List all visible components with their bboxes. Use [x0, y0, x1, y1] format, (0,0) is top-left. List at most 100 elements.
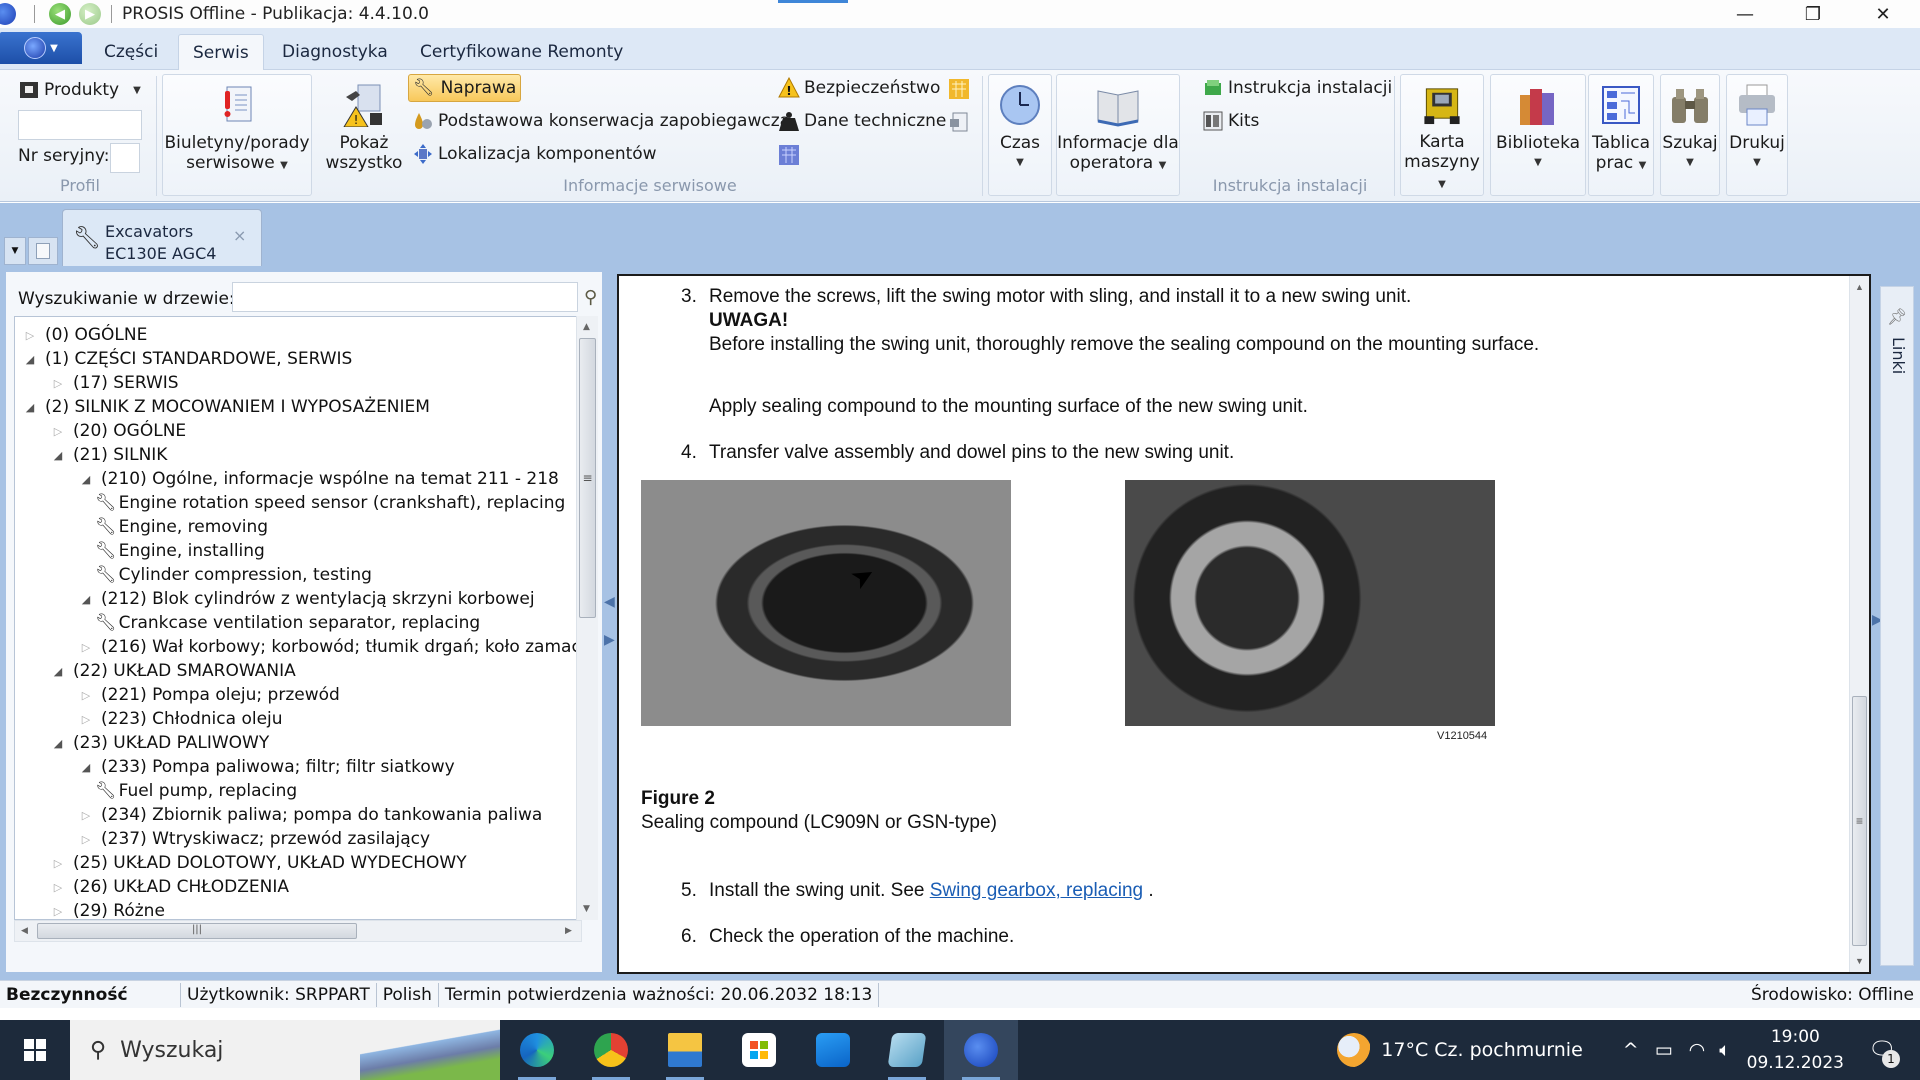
product-input[interactable] — [18, 110, 142, 140]
battery-icon[interactable]: ▭ — [1655, 1039, 1673, 1061]
scroll-up-icon[interactable]: ▲ — [583, 322, 590, 332]
close-button[interactable]: ✕ — [1848, 0, 1918, 28]
tree-item-folder[interactable]: ▷ (26) UKŁAD CHŁODZENIA — [51, 875, 289, 899]
taskbar-clock[interactable]: 19:00 09.12.2023 — [1747, 1024, 1844, 1076]
expanded-triangle-icon[interactable]: ◢ — [23, 353, 37, 366]
component-location-button[interactable]: Lokalizacja komponentów — [408, 140, 661, 168]
search-button[interactable]: Szukaj ▼ — [1660, 74, 1720, 196]
collapsed-triangle-icon[interactable]: ▷ — [51, 905, 65, 918]
tab-diagnostyka[interactable]: Diagnostyka — [268, 34, 402, 70]
forward-arrow-icon[interactable]: ▶ — [79, 3, 101, 25]
tree-item-procedure[interactable]: 🔧︎ Fuel pump, replacing — [95, 779, 297, 803]
links-side-panel[interactable]: 📌︎ Linki — [1880, 286, 1914, 966]
taskbar-prosis[interactable] — [944, 1020, 1018, 1080]
operator-info-button[interactable]: Informacje dla operatora ▼ — [1056, 74, 1180, 196]
chevron-up-icon[interactable]: ^ — [1623, 1039, 1639, 1061]
collapse-left-icon[interactable]: ◀ — [604, 594, 615, 610]
installation-instructions-button[interactable]: Instrukcja instalacji — [1198, 74, 1396, 102]
tree-item-folder[interactable]: ▷ (221) Pompa oleju; przewód — [79, 683, 340, 707]
tree-scroll-thumb[interactable]: ≡ — [579, 338, 596, 618]
tree-item-folder[interactable]: ▷ (0) OGÓLNE — [23, 323, 148, 347]
print-button[interactable]: Drukuj ▼ — [1726, 74, 1788, 196]
tab-czesci[interactable]: Części — [90, 34, 172, 70]
tree-item-folder[interactable]: ▷ (17) SERWIS — [51, 371, 179, 395]
collapsed-triangle-icon[interactable]: ▷ — [23, 329, 37, 342]
back-arrow-icon[interactable]: ◀ — [49, 3, 71, 25]
swing-gearbox-link[interactable]: Swing gearbox, replacing — [930, 880, 1143, 901]
tree-item-procedure[interactable]: 🔧︎ Engine, removing — [95, 515, 268, 539]
tree-item-folder[interactable]: ◢ (210) Ogólne, informacje wspólne na tem… — [79, 467, 559, 491]
tree-item-folder[interactable]: ◢ (1) CZĘŚCI STANDARDOWE, SERWIS — [23, 347, 353, 371]
tree-item-folder[interactable]: ◢ (233) Pompa paliwowa; filtr; filtr siat… — [79, 755, 455, 779]
collapsed-triangle-icon[interactable]: ▷ — [79, 833, 93, 846]
collapsed-triangle-icon[interactable]: ▷ — [79, 689, 93, 702]
work-board-button[interactable]: Tablica prac ▼ — [1588, 74, 1654, 196]
tree-item-folder[interactable]: ◢ (2) SILNIK Z MOCOWANIEM I WYPOSAŻENIEM — [23, 395, 430, 419]
collapsed-triangle-icon[interactable]: ▷ — [51, 857, 65, 870]
tree-item-procedure[interactable]: 🔧︎ Crankcase ventilation separator, repla… — [95, 611, 480, 635]
taskbar-edge[interactable] — [500, 1020, 574, 1080]
collapsed-triangle-icon[interactable]: ▷ — [79, 641, 93, 654]
preventive-maintenance-button[interactable]: Podstawowa konserwacja zapobiegawcza — [408, 107, 794, 135]
tree-item-folder[interactable]: ◢ (22) UKŁAD SMAROWANIA — [51, 659, 296, 683]
document-vertical-scrollbar[interactable]: ▲ ≡ ▼ — [1849, 276, 1869, 972]
collapsed-triangle-icon[interactable]: ▷ — [51, 881, 65, 894]
tree-item-procedure[interactable]: 🔧︎ Engine, installing — [95, 539, 265, 563]
scroll-right-icon[interactable]: ▶ — [565, 926, 572, 936]
pin-icon[interactable]: 📌︎ — [1887, 307, 1907, 326]
tab-serwis[interactable]: Serwis — [178, 34, 264, 71]
start-button[interactable] — [0, 1020, 70, 1080]
expanded-triangle-icon[interactable]: ◢ — [51, 665, 65, 678]
document-icon[interactable] — [948, 111, 970, 133]
expanded-triangle-icon[interactable]: ◢ — [23, 401, 37, 414]
taskbar-store[interactable] — [722, 1020, 796, 1080]
tree-item-folder[interactable]: ▷ (234) Zbiornik paliwa; pompa do tankowa… — [79, 803, 543, 827]
service-bulletins-button[interactable]: Biuletyny/porady serwisowe ▼ — [162, 74, 312, 196]
show-all-button[interactable]: ! Pokaż wszystko — [324, 74, 404, 196]
scroll-left-icon[interactable]: ◀ — [21, 926, 28, 936]
schematic-icon[interactable] — [948, 78, 970, 100]
tree-vertical-scrollbar[interactable]: ▲ ≡ ▼ — [576, 316, 598, 920]
tree-item-folder[interactable]: ▷ (25) UKŁAD DOLOTOWY, UKŁAD WYDECHOWY — [51, 851, 467, 875]
expanded-triangle-icon[interactable]: ◢ — [51, 737, 65, 750]
tab-certyfikowane-remonty[interactable]: Certyfikowane Remonty — [406, 34, 637, 70]
tree-item-folder[interactable]: ▷ (223) Chłodnica oleju — [79, 707, 283, 731]
wiring-diagram-icon[interactable] — [778, 144, 800, 166]
expanded-triangle-icon[interactable]: ◢ — [79, 473, 93, 486]
taskbar-chrome[interactable] — [574, 1020, 648, 1080]
weather-text[interactable]: 17°C Cz. pochmurnie — [1381, 1039, 1583, 1061]
taskbar-notepad[interactable] — [870, 1020, 944, 1080]
expand-right-icon[interactable]: ▶ — [604, 632, 615, 648]
library-button[interactable]: Biblioteka ▼ — [1490, 74, 1586, 196]
new-tab-button[interactable] — [28, 237, 58, 265]
tree-item-procedure[interactable]: 🔧︎ Engine rotation speed sensor (cranksha… — [95, 491, 565, 515]
tree-item-folder[interactable]: ▷ (216) Wał korbowy; korbowód; tłumik drg… — [79, 635, 581, 659]
time-button[interactable]: Czas ▼ — [988, 74, 1052, 196]
minimize-button[interactable]: — — [1710, 0, 1780, 28]
collapsed-triangle-icon[interactable]: ▷ — [51, 425, 65, 438]
taskbar-mail[interactable] — [796, 1020, 870, 1080]
taskbar-search-box[interactable]: ⚲ Wyszukaj — [70, 1020, 500, 1080]
tab-excavators-ec130e[interactable]: 🔧︎ Excavators EC130E AGC4 × — [62, 209, 262, 266]
collapsed-triangle-icon[interactable]: ▷ — [79, 713, 93, 726]
notifications-button[interactable]: 🗨︎ 1 — [1862, 1030, 1902, 1070]
scroll-down-icon[interactable]: ▼ — [583, 904, 590, 914]
tree-item-folder[interactable]: ◢ (21) SILNIK — [51, 443, 168, 467]
restore-button[interactable]: ❐ — [1778, 0, 1848, 28]
app-logo-icon[interactable] — [0, 3, 16, 25]
tree-item-folder[interactable]: ◢ (23) UKŁAD PALIWOWY — [51, 731, 269, 755]
weather-icon[interactable] — [1337, 1033, 1372, 1067]
expanded-triangle-icon[interactable]: ◢ — [51, 449, 65, 462]
serial-number-input[interactable] — [110, 143, 140, 173]
repair-button[interactable]: 🔧︎ Naprawa — [408, 74, 522, 102]
tree-item-folder[interactable]: ▷ (237) Wtryskiwacz; przewód zasilający — [79, 827, 430, 851]
tree-item-procedure[interactable]: 🔧︎ Cylinder compression, testing — [95, 563, 372, 587]
tree-item-folder[interactable]: ◢ (212) Blok cylindrów z wentylacją skrzy… — [79, 587, 535, 611]
kits-button[interactable]: Kits — [1198, 107, 1263, 135]
products-dropdown[interactable]: Produkty ▼ — [14, 76, 145, 104]
tab-list-dropdown[interactable]: ▼ — [4, 237, 26, 265]
expanded-triangle-icon[interactable]: ◢ — [79, 593, 93, 606]
collapsed-triangle-icon[interactable]: ▷ — [51, 377, 65, 390]
volume-icon[interactable]: 🔈︎ — [1719, 1039, 1730, 1061]
scroll-down-icon[interactable]: ▼ — [1855, 956, 1864, 966]
